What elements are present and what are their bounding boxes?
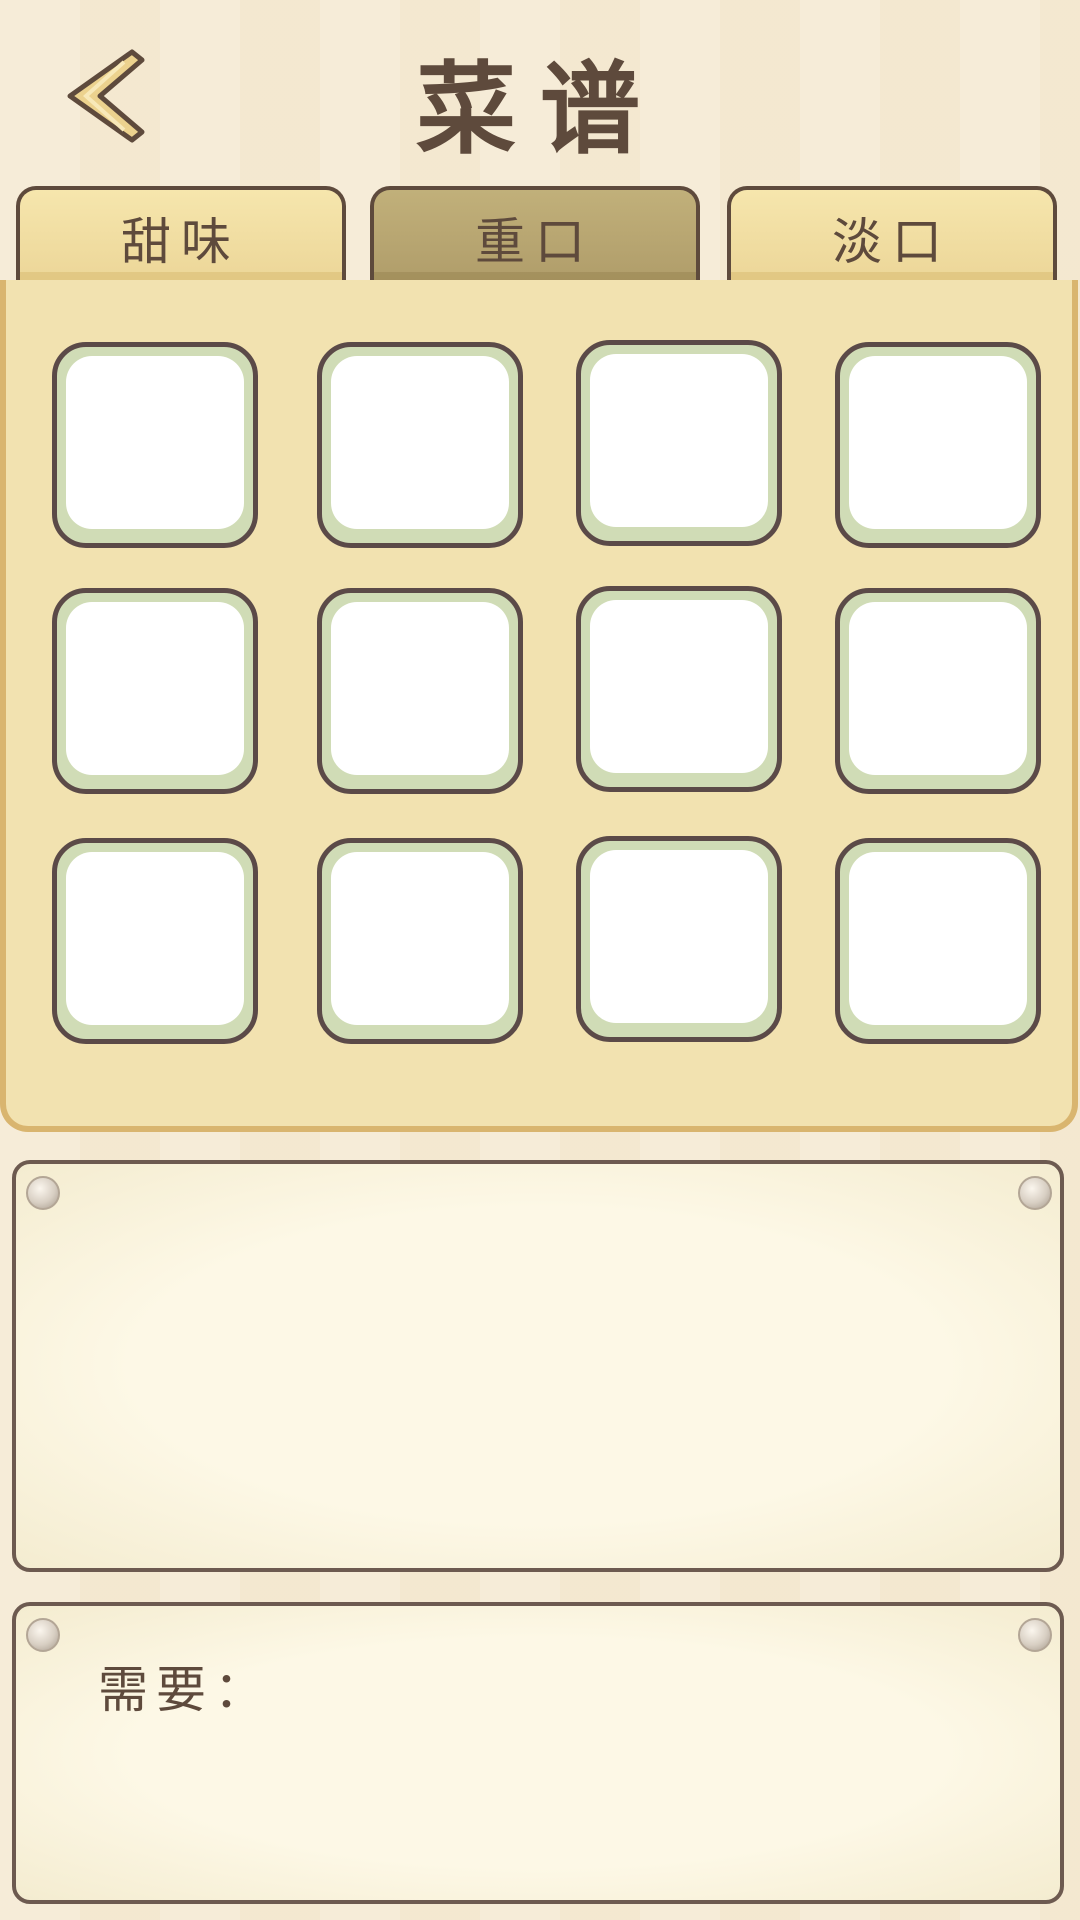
recipe-slot[interactable] [835, 588, 1041, 794]
recipe-slot-image [66, 602, 244, 775]
tab-light[interactable]: 淡口 [727, 186, 1057, 282]
tab-sweet[interactable]: 甜味 [16, 186, 346, 282]
recipe-slot[interactable] [835, 342, 1041, 548]
pin-icon [1018, 1176, 1052, 1210]
page-title: 菜谱 [416, 51, 664, 168]
tab-heavy[interactable]: 重口 [370, 186, 700, 282]
recipe-slot[interactable] [835, 838, 1041, 1044]
recipe-slot-image [331, 602, 509, 775]
recipe-slot-image [849, 602, 1027, 775]
recipe-slot-image [590, 600, 768, 773]
recipe-slot-image [331, 356, 509, 529]
recipe-slot[interactable] [576, 586, 782, 792]
recipe-slot-image [66, 356, 244, 529]
recipe-slot[interactable] [576, 836, 782, 1042]
recipe-slot[interactable] [52, 342, 258, 548]
recipe-slot-image [849, 356, 1027, 529]
recipe-slot[interactable] [317, 838, 523, 1044]
pin-icon [1018, 1618, 1052, 1652]
recipe-slot-image [331, 852, 509, 1025]
recipe-grid-panel [0, 280, 1078, 1132]
recipe-slot-image [849, 852, 1027, 1025]
recipe-slot[interactable] [52, 838, 258, 1044]
recipe-description-card [12, 1160, 1064, 1572]
recipe-slot[interactable] [317, 342, 523, 548]
requirements-label: 需要： [98, 1661, 272, 1719]
requirements-card: 需要： [12, 1602, 1064, 1904]
recipe-slot[interactable] [576, 340, 782, 546]
pin-icon [26, 1176, 60, 1210]
recipe-slot[interactable] [52, 588, 258, 794]
recipe-slot-image [590, 850, 768, 1023]
recipe-slot-image [590, 354, 768, 527]
recipe-slot-image [66, 852, 244, 1025]
pin-icon [26, 1618, 60, 1652]
recipe-slot[interactable] [317, 588, 523, 794]
